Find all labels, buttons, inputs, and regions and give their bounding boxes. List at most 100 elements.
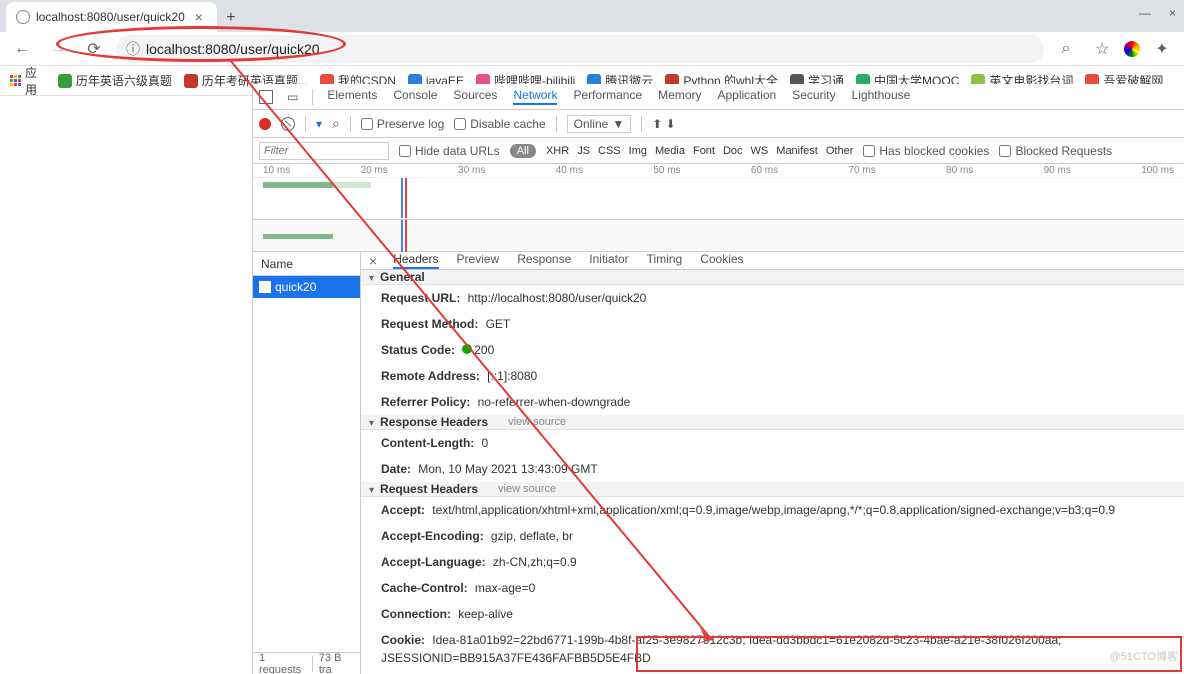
- filter-type[interactable]: Font: [693, 145, 715, 157]
- request-list: Name quick20 1 requests 73 B tra: [253, 252, 361, 674]
- devtools-tab[interactable]: Lighthouse: [852, 88, 911, 105]
- detail-tab[interactable]: Cookies: [700, 252, 743, 269]
- devtools-tab[interactable]: Memory: [658, 88, 701, 105]
- filter-type[interactable]: CSS: [598, 145, 621, 157]
- tick-label: 30 ms: [458, 165, 485, 176]
- minimize-button[interactable]: —: [1139, 6, 1151, 20]
- clear-button[interactable]: [281, 117, 295, 131]
- preserve-log-checkbox[interactable]: Preserve log: [361, 117, 444, 131]
- filter-type[interactable]: Media: [655, 145, 685, 157]
- view-source-link[interactable]: view source: [498, 483, 556, 495]
- filter-type[interactable]: Doc: [723, 145, 743, 157]
- name-column-header[interactable]: Name: [253, 252, 360, 276]
- header-key: Remote Address:: [381, 369, 480, 383]
- detail-tab[interactable]: Headers: [393, 252, 438, 269]
- filter-input[interactable]: [259, 142, 389, 160]
- back-button[interactable]: ←: [8, 35, 36, 63]
- devtools-tab[interactable]: Network: [513, 88, 557, 105]
- filter-all-pill[interactable]: All: [510, 144, 536, 158]
- header-key: Accept:: [381, 503, 425, 517]
- import-export-icons[interactable]: ⬆ ⬇: [652, 117, 675, 131]
- detail-tab[interactable]: Initiator: [589, 252, 628, 269]
- view-source-link[interactable]: view source: [508, 416, 566, 428]
- extensions-puzzle-icon[interactable]: ✦: [1148, 35, 1176, 63]
- reload-button[interactable]: ⟳: [80, 35, 108, 63]
- disable-cache-checkbox[interactable]: Disable cache: [454, 117, 545, 131]
- header-value: no-referrer-when-downgrade: [478, 395, 631, 409]
- devtools-tab[interactable]: Console: [393, 88, 437, 105]
- preserve-log-label: Preserve log: [377, 117, 444, 131]
- header-row: Request Method: GET: [361, 311, 1184, 337]
- detail-tab[interactable]: Response: [517, 252, 571, 269]
- devtools-tab[interactable]: Performance: [573, 88, 642, 105]
- device-toggle-icon[interactable]: ▭: [287, 90, 298, 104]
- timeline-bar-fg: [263, 182, 333, 188]
- transfer-size: 73 B tra: [319, 652, 354, 674]
- filter-toggle-icon[interactable]: [316, 117, 322, 131]
- new-tab-button[interactable]: +: [217, 4, 245, 32]
- request-headers-section-header[interactable]: Request Headersview source: [361, 482, 1184, 497]
- throttle-select[interactable]: Online▼: [567, 115, 632, 133]
- filter-type[interactable]: Other: [826, 145, 854, 157]
- devtools-tab[interactable]: Sources: [453, 88, 497, 105]
- bookmark-favicon-icon: [184, 74, 198, 88]
- header-row: Content-Length: 0: [361, 430, 1184, 456]
- detail-tab[interactable]: Timing: [647, 252, 683, 269]
- apps-grid-icon: [10, 75, 21, 86]
- tick-label: 20 ms: [361, 165, 388, 176]
- header-row: Cache-Control: max-age=0: [361, 575, 1184, 601]
- devtools-tab[interactable]: Application: [718, 88, 777, 105]
- url-text: localhost:8080/user/quick20: [146, 41, 320, 57]
- filter-type[interactable]: XHR: [546, 145, 569, 157]
- record-button[interactable]: [259, 118, 271, 130]
- browser-tab[interactable]: localhost:8080/user/quick20 ×: [6, 2, 217, 32]
- header-value: Idea-81a01b92=22bd6771-199b-4b8f-af25-3e…: [381, 633, 1061, 665]
- general-section-header[interactable]: General: [361, 270, 1184, 285]
- hide-data-urls-checkbox[interactable]: Hide data URLs: [399, 144, 500, 158]
- apps-button[interactable]: 应用: [10, 66, 46, 96]
- selection-timeline[interactable]: [253, 220, 1184, 252]
- omnibox[interactable]: ⓘ localhost:8080/user/quick20: [116, 35, 1044, 63]
- bookmark-star-icon[interactable]: ☆: [1088, 35, 1116, 63]
- detail-tab[interactable]: Preview: [457, 252, 500, 269]
- filter-type[interactable]: WS: [751, 145, 769, 157]
- tick-label: 40 ms: [556, 165, 583, 176]
- triangle-down-icon: [369, 482, 374, 496]
- request-name: quick20: [275, 280, 316, 294]
- close-window-button[interactable]: ×: [1169, 6, 1176, 20]
- search-icon[interactable]: ⌕: [1052, 35, 1080, 63]
- bookmark-item[interactable]: 历年英语六级真题: [58, 72, 172, 89]
- blocked-requests-checkbox[interactable]: Blocked Requests: [999, 144, 1112, 158]
- header-value: 0: [482, 436, 489, 450]
- search-icon[interactable]: [332, 115, 340, 132]
- devtools-tab[interactable]: Elements: [327, 88, 377, 105]
- chevron-down-icon: ▼: [612, 117, 624, 131]
- filter-type[interactable]: JS: [577, 145, 590, 157]
- has-blocked-checkbox[interactable]: Has blocked cookies: [863, 144, 989, 158]
- header-key: Connection:: [381, 607, 451, 621]
- header-row: Accept: text/html,application/xhtml+xml,…: [361, 497, 1184, 523]
- inspect-element-icon[interactable]: [259, 90, 273, 104]
- selection-bar: [263, 234, 333, 239]
- header-value: Mon, 10 May 2021 13:43:09 GMT: [418, 462, 597, 476]
- close-detail-button[interactable]: ×: [369, 253, 377, 269]
- header-row: Cookie: Idea-81a01b92=22bd6771-199b-4b8f…: [361, 627, 1184, 671]
- tab-close-button[interactable]: ×: [191, 9, 207, 25]
- request-row[interactable]: quick20: [253, 276, 360, 298]
- filter-type[interactable]: Img: [629, 145, 647, 157]
- filter-type[interactable]: Manifest: [776, 145, 818, 157]
- devtools-tab[interactable]: Security: [792, 88, 835, 105]
- extension-icon[interactable]: [1124, 41, 1140, 57]
- header-value: text/html,application/xhtml+xml,applicat…: [432, 503, 1115, 517]
- header-value: GET: [486, 317, 511, 331]
- overview-timeline[interactable]: 10 ms20 ms30 ms40 ms50 ms60 ms70 ms80 ms…: [253, 164, 1184, 220]
- forward-button[interactable]: →: [44, 35, 72, 63]
- site-info-icon[interactable]: ⓘ: [126, 39, 140, 59]
- window-controls: — ×: [1139, 6, 1176, 20]
- tab-title: localhost:8080/user/quick20: [36, 10, 185, 24]
- header-key: Accept-Encoding:: [381, 529, 484, 543]
- header-key: Cache-Control:: [381, 581, 468, 595]
- header-row: Remote Address: [::1]:8080: [361, 363, 1184, 389]
- response-headers-section-header[interactable]: Response Headersview source: [361, 415, 1184, 430]
- hide-data-urls-label: Hide data URLs: [415, 144, 500, 158]
